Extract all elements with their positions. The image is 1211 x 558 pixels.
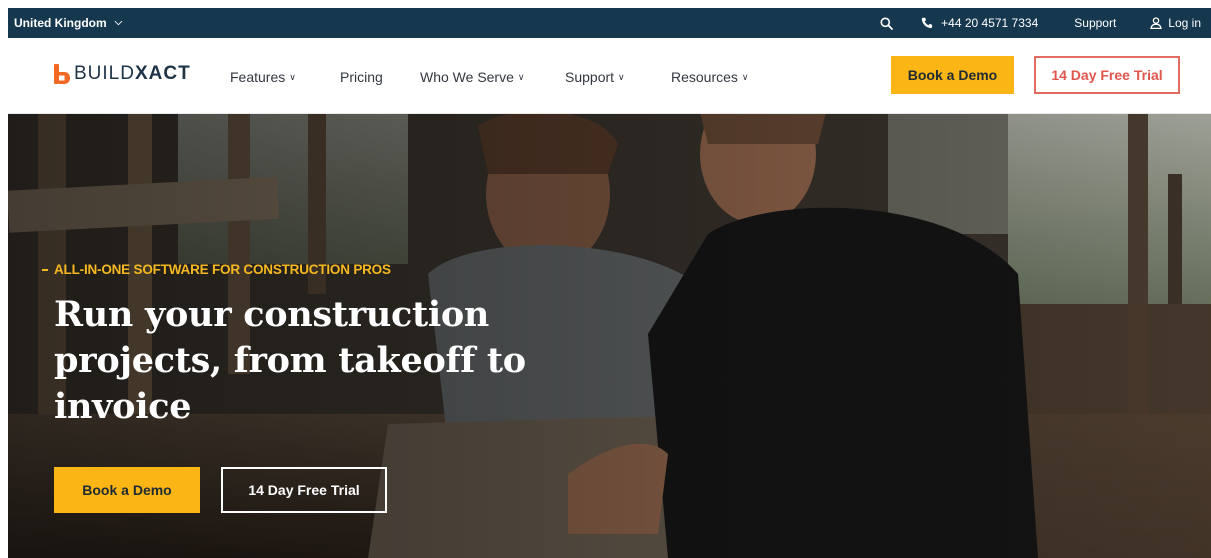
book-demo-button[interactable]: Book a Demo (891, 56, 1014, 94)
logo-word-build: BUILD (74, 63, 135, 84)
chevron-down-icon: ∨ (618, 71, 625, 82)
login-link[interactable]: Log in (1150, 16, 1201, 30)
phone-link[interactable]: +44 20 4571 7334 (921, 16, 1038, 30)
nav-item-resources[interactable]: Resources ∨ (671, 69, 749, 85)
search-icon (880, 17, 894, 30)
free-trial-button[interactable]: 14 Day Free Trial (1034, 56, 1180, 94)
chevron-down-icon: ∨ (741, 71, 749, 82)
hero-book-demo-button[interactable]: Book a Demo (54, 467, 200, 513)
login-label: Log in (1168, 16, 1201, 30)
chevron-down-icon: ∨ (289, 71, 296, 82)
nav-label: Support (565, 69, 615, 85)
chevron-down-icon: ∨ (517, 71, 525, 82)
hero-section: ALL-IN-ONE SOFTWARE FOR CONSTRUCTION PRO… (8, 114, 1211, 558)
nav-label: Features (230, 69, 286, 85)
hero-eyebrow-text: ALL-IN-ONE SOFTWARE FOR CONSTRUCTION PRO… (54, 262, 391, 277)
phone-icon (921, 17, 933, 29)
logo-wordmark: BUILDXACT (74, 63, 191, 85)
nav-item-support[interactable]: Support ∨ (565, 69, 625, 85)
top-support-link[interactable]: Support (1074, 16, 1116, 30)
buildxact-logo[interactable]: BUILDXACT (54, 63, 191, 85)
hero-eyebrow: ALL-IN-ONE SOFTWARE FOR CONSTRUCTION PRO… (42, 262, 391, 277)
logo-mark-icon (54, 64, 70, 84)
nav-item-pricing[interactable]: Pricing (340, 69, 383, 85)
region-label: United Kingdom (14, 16, 107, 30)
nav-label: Who We Serve (420, 69, 514, 85)
nav-label: Resources (671, 69, 738, 85)
region-selector[interactable]: United Kingdom ⌵ (8, 16, 122, 30)
logo-word-xact: XACT (134, 63, 191, 84)
phone-number: +44 20 4571 7334 (941, 16, 1039, 30)
user-icon (1150, 17, 1163, 29)
hero-headline: Run your construction projects, from tak… (54, 294, 526, 427)
chevron-down-icon: ⌵ (114, 17, 123, 28)
nav-label: Pricing (340, 69, 383, 85)
nav-item-features[interactable]: Features ∨ (230, 69, 296, 85)
utility-bar: United Kingdom ⌵ +44 20 4571 7334 Suppor… (8, 8, 1211, 38)
search-button[interactable] (880, 17, 894, 30)
top-support-label: Support (1074, 16, 1117, 30)
nav-item-who-we-serve[interactable]: Who We Serve ∨ (420, 69, 524, 85)
hero-free-trial-button[interactable]: 14 Day Free Trial (221, 467, 387, 513)
eyebrow-dash (42, 268, 48, 271)
main-nav: BUILDXACT Features ∨ Pricing Who We Serv… (8, 38, 1211, 114)
